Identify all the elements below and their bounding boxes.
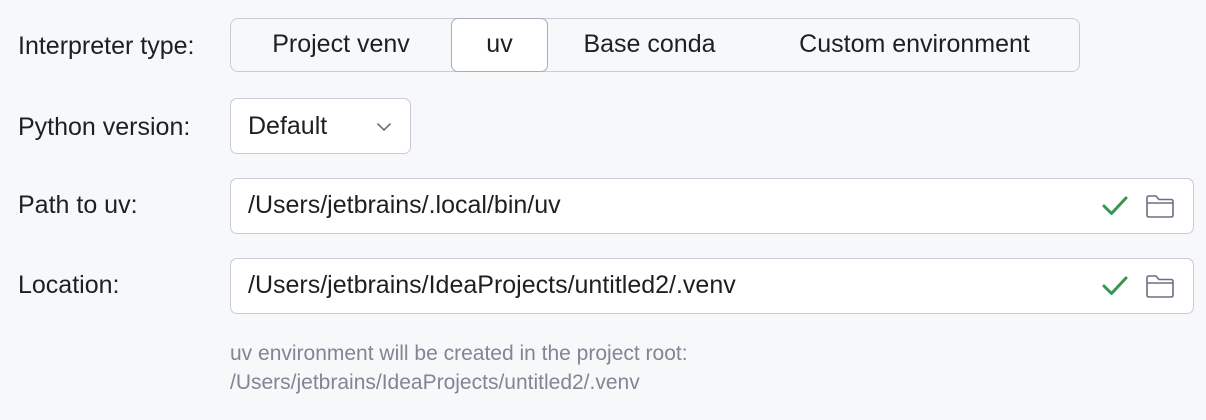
interpreter-type-option-uv[interactable]: uv (451, 17, 548, 72)
location-input[interactable]: /Users/jetbrains/IdeaProjects/untitled2/… (248, 270, 736, 300)
python-version-value: Default (248, 112, 328, 140)
path-to-uv-label: Path to uv: (18, 191, 138, 219)
interpreter-type-option-project-venv[interactable]: Project venv (231, 19, 451, 70)
check-icon (1102, 276, 1128, 295)
folder-icon[interactable] (1145, 193, 1175, 219)
location-label: Location: (18, 271, 120, 299)
python-version-label: Python version: (18, 113, 191, 141)
path-to-uv-input[interactable]: /Users/jetbrains/.local/bin/uv (248, 190, 561, 220)
folder-icon[interactable] (1145, 273, 1175, 299)
path-to-uv-field[interactable]: /Users/jetbrains/.local/bin/uv (230, 178, 1194, 234)
hint-text-line-2: /Users/jetbrains/IdeaProjects/untitled2/… (230, 371, 640, 394)
interpreter-type-option-custom-environment[interactable]: Custom environment (751, 19, 1078, 70)
interpreter-type-segmented-control: Project venv uv Base conda Custom enviro… (230, 17, 1080, 72)
interpreter-type-option-base-conda[interactable]: Base conda (548, 19, 751, 70)
interpreter-type-label: Interpreter type: (18, 32, 195, 60)
python-version-dropdown[interactable]: Default (230, 98, 411, 154)
hint-text-line-1: uv environment will be created in the pr… (230, 342, 688, 365)
chevron-down-icon (377, 123, 391, 131)
check-icon (1102, 196, 1128, 215)
location-field[interactable]: /Users/jetbrains/IdeaProjects/untitled2/… (230, 258, 1194, 314)
